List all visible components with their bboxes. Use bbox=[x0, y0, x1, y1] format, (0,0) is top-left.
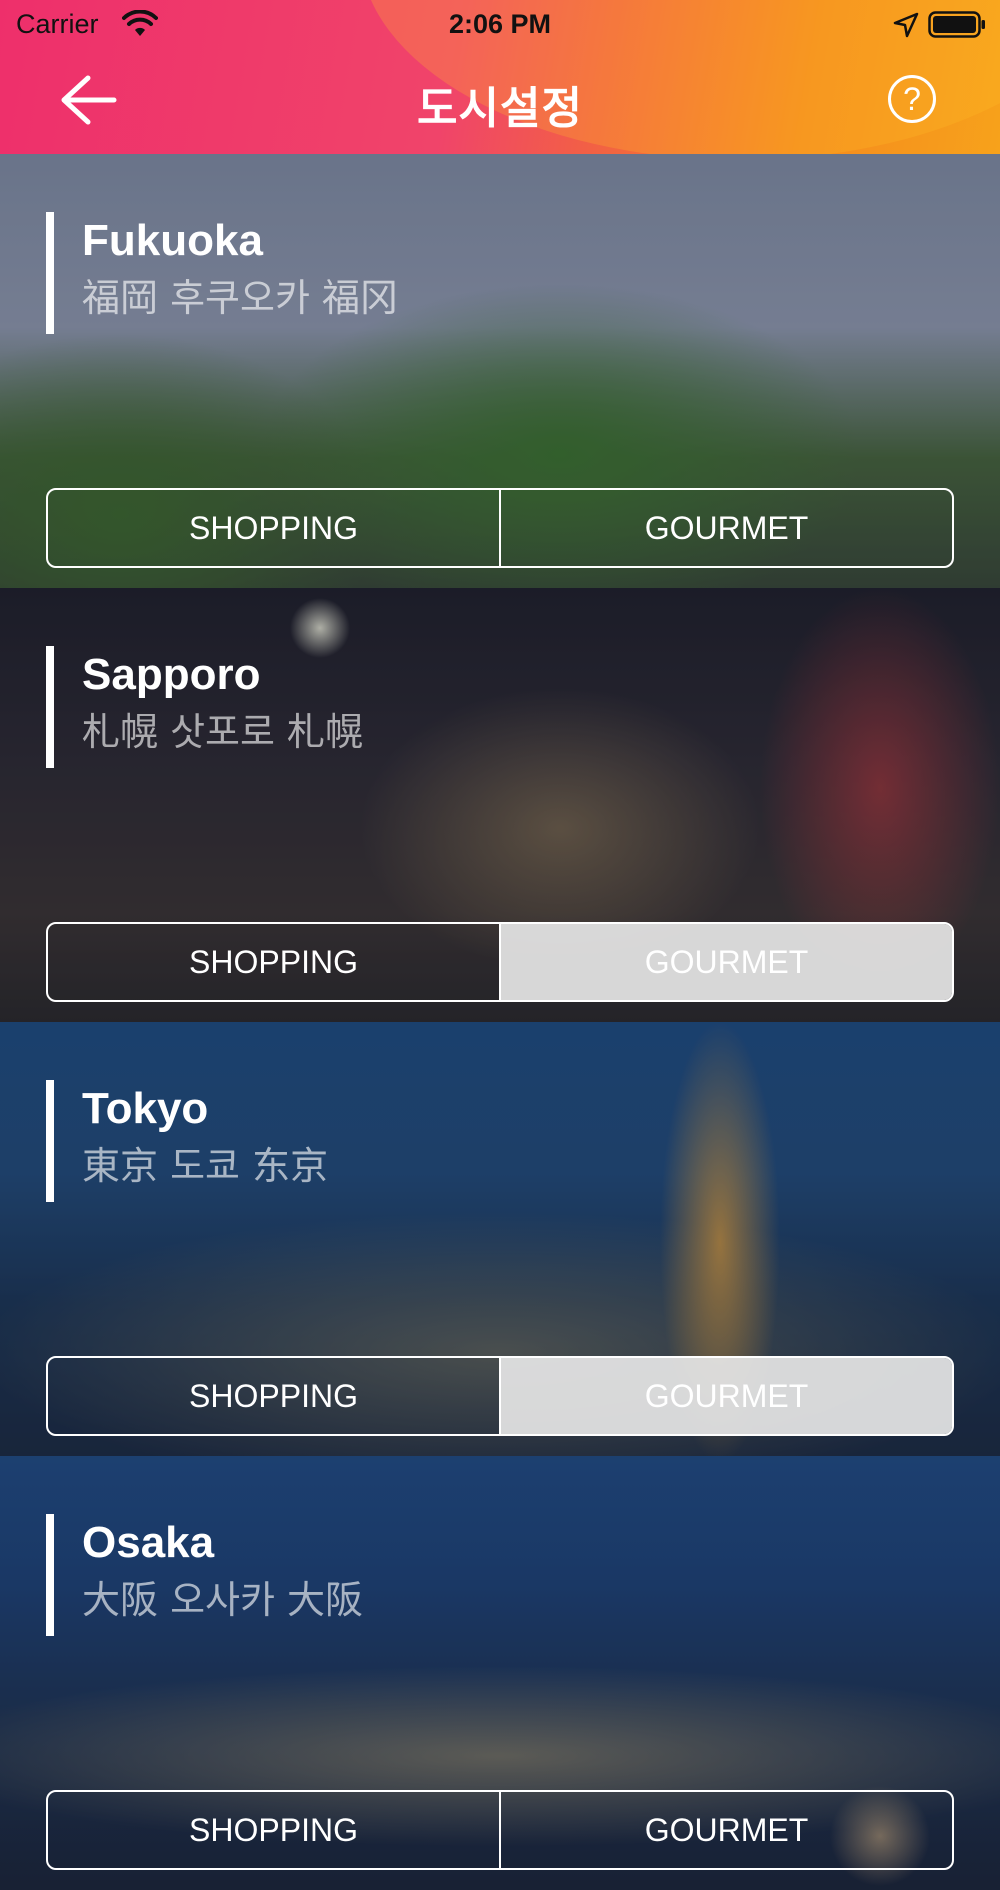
gourmet-button[interactable]: GOURMET bbox=[499, 490, 952, 566]
page-title: 도시설정 bbox=[417, 83, 583, 134]
header: Carrier 2:06 PM 도시설정 ? bbox=[0, 0, 1000, 154]
shopping-button[interactable]: SHOPPING bbox=[48, 924, 499, 1000]
shopping-button[interactable]: SHOPPING bbox=[48, 490, 499, 566]
gourmet-button[interactable]: GOURMET bbox=[499, 924, 952, 1000]
category-selector: SHOPPING GOURMET bbox=[46, 1356, 954, 1436]
city-info: Sapporo 札幌 삿포로 札幌 bbox=[46, 646, 363, 768]
city-card-fukuoka[interactable]: Fukuoka 福岡 후쿠오카 福冈 SHOPPING GOURMET bbox=[0, 154, 1000, 588]
city-card-sapporo[interactable]: Sapporo 札幌 삿포로 札幌 SHOPPING GOURMET bbox=[0, 588, 1000, 1022]
city-info: Osaka 大阪 오사카 大阪 bbox=[46, 1514, 363, 1636]
shopping-button[interactable]: SHOPPING bbox=[48, 1792, 499, 1868]
city-info: Tokyo 東京 도쿄 东京 bbox=[46, 1080, 328, 1202]
city-card-osaka[interactable]: Osaka 大阪 오사카 大阪 SHOPPING GOURMET bbox=[0, 1456, 1000, 1890]
city-aliases: 福岡 후쿠오카 福冈 bbox=[82, 276, 398, 320]
city-aliases: 札幌 삿포로 札幌 bbox=[82, 710, 364, 754]
status-time: 2:06 PM bbox=[448, 9, 552, 39]
shopping-button[interactable]: SHOPPING bbox=[48, 1358, 499, 1434]
battery-icon bbox=[928, 11, 985, 38]
city-name: Osaka bbox=[82, 1518, 215, 1567]
gourmet-button[interactable]: GOURMET bbox=[499, 1792, 952, 1868]
city-info: Fukuoka 福岡 후쿠오카 福冈 bbox=[46, 212, 398, 334]
gourmet-button[interactable]: GOURMET bbox=[499, 1358, 952, 1434]
help-question-icon[interactable]: ? bbox=[888, 75, 936, 123]
status-bar: Carrier 2:06 PM bbox=[0, 0, 1000, 50]
city-name: Fukuoka bbox=[82, 216, 263, 265]
location-arrow-icon bbox=[893, 12, 919, 38]
navigation-bar: 도시설정 ? bbox=[0, 50, 1000, 154]
city-name: Tokyo bbox=[82, 1084, 209, 1133]
category-selector: SHOPPING GOURMET bbox=[46, 488, 954, 568]
city-list: Fukuoka 福岡 후쿠오카 福冈 SHOPPING GOURMET Sapp… bbox=[0, 154, 1000, 1890]
city-card-tokyo[interactable]: Tokyo 東京 도쿄 东京 SHOPPING GOURMET bbox=[0, 1022, 1000, 1456]
category-selector: SHOPPING GOURMET bbox=[46, 1790, 954, 1870]
city-aliases: 東京 도쿄 东京 bbox=[82, 1144, 329, 1188]
city-name: Sapporo bbox=[82, 650, 261, 699]
city-aliases: 大阪 오사카 大阪 bbox=[82, 1578, 364, 1622]
category-selector: SHOPPING GOURMET bbox=[46, 922, 954, 1002]
